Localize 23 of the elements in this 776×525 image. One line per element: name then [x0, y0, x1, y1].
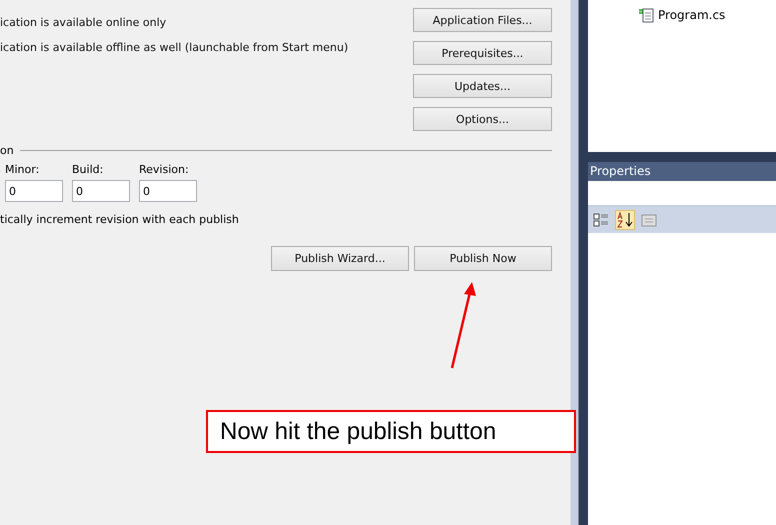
properties-title: Properties — [588, 162, 776, 181]
splitter[interactable] — [568, 0, 588, 525]
categorized-icon[interactable] — [593, 212, 609, 228]
annotation-callout: Now hit the publish button — [206, 410, 576, 453]
version-field[interactable]: 0 — [139, 180, 197, 202]
version-field[interactable]: 0 — [5, 180, 63, 202]
group-header: on — [0, 144, 14, 157]
settings-button[interactable]: Options... — [413, 107, 552, 131]
field-label: Revision: — [139, 163, 190, 177]
field-label: Build: — [72, 163, 104, 177]
settings-button[interactable]: Updates... — [413, 74, 552, 98]
sort-alphabetical-icon[interactable] — [615, 210, 635, 230]
publish-button[interactable]: Publish Wizard... — [271, 246, 409, 271]
code-file-icon — [638, 7, 654, 23]
settings-button[interactable]: Application Files... — [413, 8, 552, 32]
field-label: Minor: — [5, 163, 40, 177]
publish-button[interactable]: Publish Now — [414, 246, 552, 271]
option-label: ication is available online only — [0, 16, 168, 30]
tree-item[interactable]: Program.cs — [658, 8, 726, 22]
settings-button[interactable]: Prerequisites... — [413, 41, 552, 65]
auto-increment-label: tically increment revision with each publish — [0, 213, 240, 227]
version-field[interactable]: 0 — [72, 180, 130, 202]
option-label: ication is available offline as well (launchable from Start menu) — [0, 41, 348, 55]
